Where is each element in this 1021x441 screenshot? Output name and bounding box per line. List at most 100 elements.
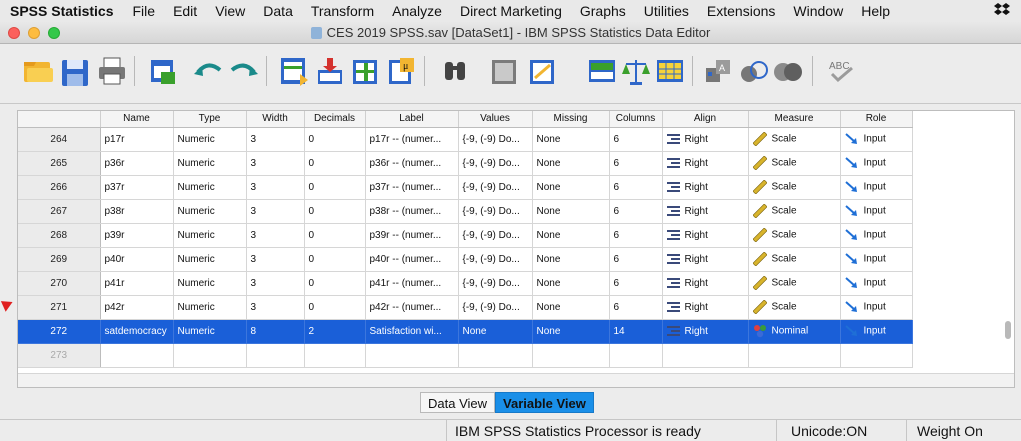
cell-values[interactable] — [458, 343, 533, 368]
cell-measure[interactable]: Scale — [748, 223, 841, 248]
app-menu[interactable]: SPSS Statistics — [0, 3, 124, 19]
cell-width[interactable]: 3 — [246, 199, 305, 224]
menu-file[interactable]: File — [124, 3, 165, 19]
row-number[interactable]: 271 — [18, 295, 101, 320]
cell-columns[interactable]: 6 — [609, 247, 663, 272]
cell-measure[interactable]: Scale — [748, 127, 841, 152]
cell-role[interactable]: Input — [840, 199, 913, 224]
cell-columns[interactable]: 6 — [609, 271, 663, 296]
cell-width[interactable]: 3 — [246, 127, 305, 152]
spell-check-icon[interactable]: ABC — [826, 54, 858, 88]
variables-icon[interactable] — [350, 54, 382, 88]
cell-columns[interactable]: 6 — [609, 127, 663, 152]
undo-icon[interactable] — [192, 54, 224, 88]
zoom-window-button[interactable] — [48, 27, 60, 39]
cell-label[interactable]: p37r -- (numer... — [365, 175, 459, 200]
cell-width[interactable]: 3 — [246, 247, 305, 272]
cell-name[interactable]: p42r — [100, 295, 174, 320]
cell-name[interactable]: p40r — [100, 247, 174, 272]
cell-type[interactable]: Numeric — [173, 295, 247, 320]
cell-values[interactable]: {-9, (-9) Do... — [458, 199, 533, 224]
column-header-decimals[interactable]: Decimals — [304, 111, 366, 128]
cell-values[interactable]: {-9, (-9) Do... — [458, 151, 533, 176]
cell-width[interactable]: 8 — [246, 319, 305, 344]
cell-name[interactable]: p41r — [100, 271, 174, 296]
cell-role[interactable]: Input — [840, 247, 913, 272]
menu-analyze[interactable]: Analyze — [383, 3, 451, 19]
cell-type[interactable]: Numeric — [173, 175, 247, 200]
cell-align[interactable]: Right — [662, 271, 749, 296]
cell-values[interactable]: {-9, (-9) Do... — [458, 175, 533, 200]
table-row[interactable]: 265 p36r Numeric 3 0 p36r -- (numer... {-9, (-… — [18, 151, 913, 176]
column-header-type[interactable]: Type — [173, 111, 247, 128]
cell-type[interactable]: Numeric — [173, 151, 247, 176]
row-number[interactable]: 272 — [18, 319, 101, 344]
cell-decimals[interactable]: 0 — [304, 223, 366, 248]
goto-variable-icon[interactable] — [314, 54, 346, 88]
cell-role[interactable]: Input — [840, 175, 913, 200]
tab-variable-view[interactable]: Variable View — [495, 392, 594, 413]
tab-data-view[interactable]: Data View — [420, 392, 496, 413]
cell-width[interactable]: 3 — [246, 271, 305, 296]
cell-name[interactable]: p39r — [100, 223, 174, 248]
cell-values[interactable]: {-9, (-9) Do... — [458, 223, 533, 248]
cell-columns[interactable]: 6 — [609, 295, 663, 320]
table-row[interactable]: 272 satdemocracy Numeric 8 2 Satisfaction wi.… — [18, 319, 913, 344]
cell-name[interactable]: p38r — [100, 199, 174, 224]
cell-measure[interactable]: Scale — [748, 247, 841, 272]
cell-align[interactable]: Right — [662, 319, 749, 344]
cell-width[interactable]: 3 — [246, 175, 305, 200]
table-row[interactable]: 268 p39r Numeric 3 0 p39r -- (numer... {-9, (-… — [18, 223, 913, 248]
cell-role[interactable]: Input — [840, 295, 913, 320]
cell-missing[interactable]: None — [532, 127, 610, 152]
cell-label[interactable] — [365, 343, 459, 368]
table-row[interactable]: 266 p37r Numeric 3 0 p37r -- (numer... {-9, (-… — [18, 175, 913, 200]
cell-name[interactable]: p36r — [100, 151, 174, 176]
menu-direct-marketing[interactable]: Direct Marketing — [451, 3, 571, 19]
value-labels-icon[interactable]: A — [704, 54, 736, 88]
goto-case-icon[interactable] — [278, 54, 310, 88]
cell-align[interactable]: Right — [662, 175, 749, 200]
cell-missing[interactable]: None — [532, 151, 610, 176]
cell-align[interactable]: Right — [662, 295, 749, 320]
cell-decimals[interactable]: 2 — [304, 319, 366, 344]
cell-align[interactable]: Right — [662, 223, 749, 248]
close-window-button[interactable] — [8, 27, 20, 39]
cell-missing[interactable]: None — [532, 175, 610, 200]
cell-decimals[interactable]: 0 — [304, 151, 366, 176]
row-number[interactable]: 264 — [18, 127, 101, 152]
cell-decimals[interactable]: 0 — [304, 127, 366, 152]
cell-decimals[interactable]: 0 — [304, 295, 366, 320]
print-icon[interactable] — [96, 54, 128, 88]
cell-type[interactable]: Numeric — [173, 271, 247, 296]
cell-missing[interactable]: None — [532, 223, 610, 248]
dropbox-icon[interactable] — [993, 2, 1011, 23]
cell-role[interactable] — [840, 343, 913, 368]
cell-decimals[interactable]: 0 — [304, 247, 366, 272]
redo-icon[interactable] — [228, 54, 260, 88]
cell-missing[interactable]: None — [532, 199, 610, 224]
select-cases-icon[interactable] — [654, 54, 686, 88]
cell-label[interactable]: p36r -- (numer... — [365, 151, 459, 176]
cell-name[interactable]: satdemocracy — [100, 319, 174, 344]
cell-values[interactable]: {-9, (-9) Do... — [458, 271, 533, 296]
cell-measure[interactable]: Nominal — [748, 319, 841, 344]
table-row[interactable]: 267 p38r Numeric 3 0 p38r -- (numer... {-9, (-… — [18, 199, 913, 224]
cell-label[interactable]: p39r -- (numer... — [365, 223, 459, 248]
cell-type[interactable]: Numeric — [173, 127, 247, 152]
row-number[interactable]: 273 — [18, 343, 101, 368]
open-folder-icon[interactable] — [22, 54, 54, 88]
cell-label[interactable]: Satisfaction wi... — [365, 319, 459, 344]
cell-width[interactable] — [246, 343, 305, 368]
table-row[interactable]: 264 p17r Numeric 3 0 p17r -- (numer... {-9, (-… — [18, 127, 913, 152]
menu-help[interactable]: Help — [852, 3, 899, 19]
cell-align[interactable]: Right — [662, 151, 749, 176]
cell-role[interactable]: Input — [840, 223, 913, 248]
cell-columns[interactable]: 14 — [609, 319, 663, 344]
cell-role[interactable]: Input — [840, 127, 913, 152]
row-number[interactable]: 269 — [18, 247, 101, 272]
table-row[interactable]: 269 p40r Numeric 3 0 p40r -- (numer... {-9, (-… — [18, 247, 913, 272]
column-header-label[interactable]: Label — [365, 111, 459, 128]
menu-transform[interactable]: Transform — [302, 3, 383, 19]
column-header-width[interactable]: Width — [246, 111, 305, 128]
